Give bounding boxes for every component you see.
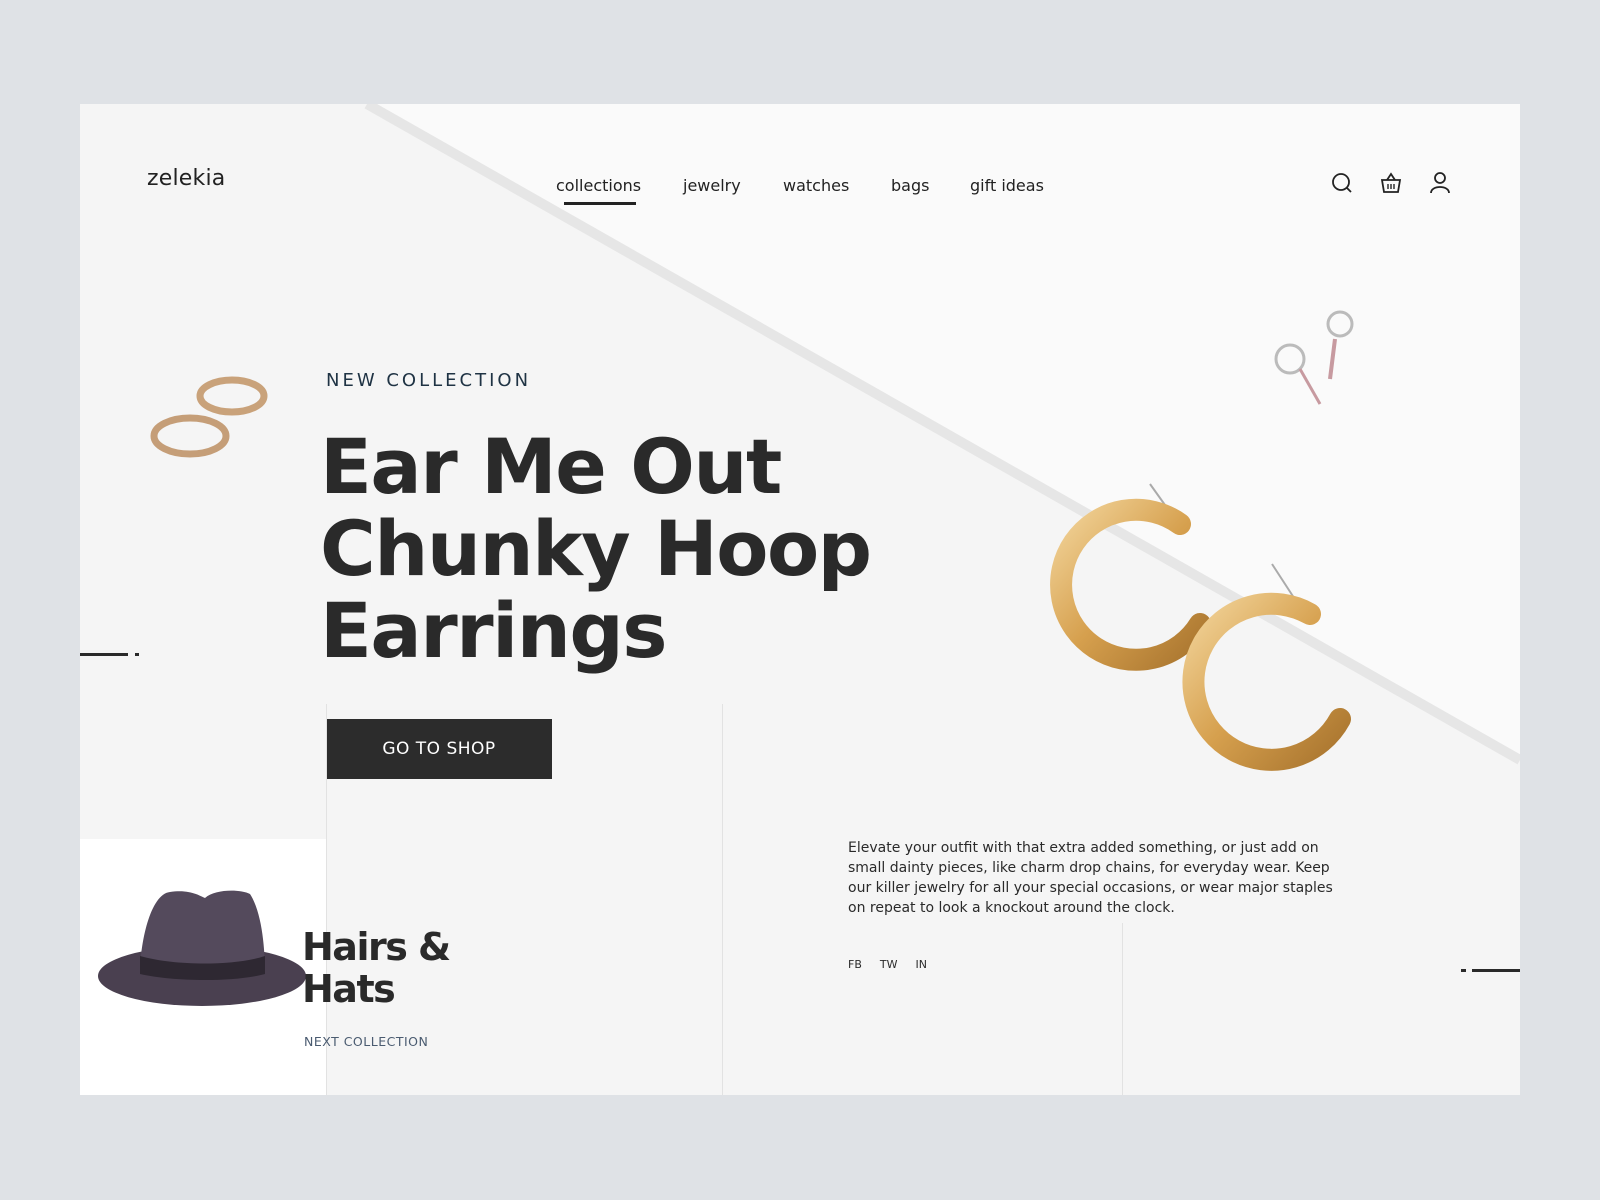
slider-dot-left [135, 653, 139, 656]
nav-item-jewelry[interactable]: jewelry [683, 176, 741, 195]
hero-description: Elevate your outfit with that extra adde… [848, 840, 1333, 916]
small-hoop-earrings-image [150, 376, 268, 458]
main-nav: collections jewelry watches bags gift id… [80, 176, 1520, 206]
hero-card: zelekia collections jewelry watches bags… [80, 104, 1520, 1095]
nav-item-gift-ideas[interactable]: gift ideas [970, 176, 1044, 195]
social-link-facebook[interactable]: FB [848, 958, 862, 971]
hat-image [98, 890, 306, 1006]
hero-title-line: Earrings [320, 586, 667, 675]
social-links: FB TW IN [848, 958, 927, 971]
next-collection-title[interactable]: Hairs & Hats [302, 925, 451, 1011]
active-nav-indicator [564, 202, 636, 205]
next-collection-panel[interactable] [80, 839, 326, 1095]
basket-icon[interactable] [1378, 170, 1404, 196]
search-icon[interactable] [1329, 170, 1355, 196]
nav-item-watches[interactable]: watches [783, 176, 849, 195]
hero-title-line: Chunky Hoop [320, 504, 872, 593]
hero-eyebrow: NEW COLLECTION [326, 370, 532, 391]
user-icon[interactable] [1427, 170, 1453, 196]
grid-divider [1122, 923, 1123, 1095]
hero-title-line: Ear Me Out [320, 422, 782, 511]
slider-indicator-right[interactable] [1472, 969, 1520, 972]
chunky-hoop-earrings-image [1050, 483, 1351, 771]
slider-indicator-left[interactable] [80, 653, 128, 656]
nav-item-collections[interactable]: collections [556, 176, 641, 195]
next-collection-title-line: Hairs & [302, 925, 451, 969]
grid-divider [722, 704, 723, 1095]
social-link-instagram[interactable]: IN [915, 958, 926, 971]
next-collection-link[interactable]: NEXT COLLECTION [304, 1034, 428, 1049]
next-collection-title-line: Hats [302, 967, 396, 1011]
go-to-shop-button[interactable]: GO TO SHOP [326, 719, 552, 779]
slider-dot-right [1461, 969, 1466, 972]
hero-title: Ear Me Out Chunky Hoop Earrings [320, 422, 872, 675]
social-link-twitter[interactable]: TW [880, 958, 898, 971]
nav-item-bags[interactable]: bags [891, 176, 929, 195]
silver-earrings-image [1274, 310, 1354, 405]
